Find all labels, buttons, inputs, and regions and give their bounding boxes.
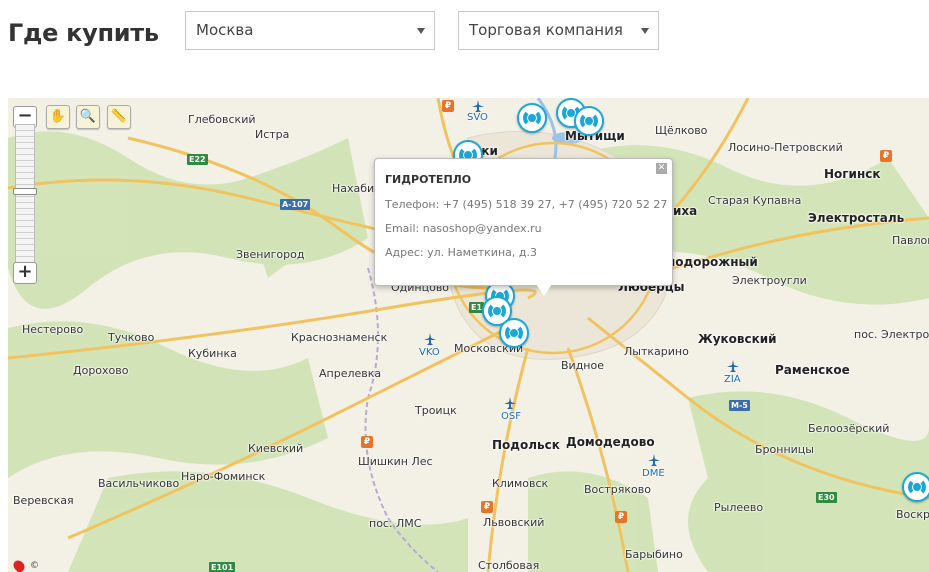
- road-shield: M-5: [729, 400, 750, 411]
- airport-code: OSF: [501, 411, 521, 422]
- city-label: нодорожный: [667, 255, 758, 269]
- city-label: Тучково: [108, 331, 155, 344]
- road-shield: E22: [187, 154, 208, 165]
- city-label: Апрелевка: [319, 367, 382, 380]
- city-label: Киевский: [248, 442, 304, 455]
- city-label: Шишкин Лес: [358, 455, 433, 468]
- railway-station-icon: ₽: [361, 436, 373, 448]
- page-title: Где купить: [8, 19, 159, 47]
- city-label: Краснознаменск: [291, 331, 388, 344]
- city-label: Глебовский: [188, 113, 256, 126]
- city-label: Васильчиково: [98, 477, 180, 490]
- airplane-icon: [424, 333, 436, 345]
- city-label: Видное: [561, 359, 604, 372]
- city-label: Павлов Пос: [892, 234, 929, 247]
- railway-station-icon: ₽: [442, 100, 454, 112]
- city-label: Ногинск: [824, 167, 881, 181]
- city-label: Белоозёрский: [808, 422, 890, 435]
- city-label: Домодедово: [566, 435, 655, 449]
- dealer-name: ГИДРОТЕПЛО: [385, 173, 472, 186]
- road-shield: E101: [209, 562, 236, 572]
- city-select-value: Москва: [196, 21, 254, 39]
- railway-station-icon: ₽: [880, 150, 892, 162]
- map[interactable]: − + ✋ 🔍 📏 Глебовский Истра Нахаби Звениг…: [8, 98, 929, 572]
- airplane-icon: [504, 397, 516, 409]
- magnifier-zoom-icon[interactable]: 🔍: [76, 105, 100, 129]
- city-label: Востряково: [584, 483, 651, 496]
- city-label: Львовский: [483, 516, 545, 529]
- city-label: Электроугли: [732, 274, 807, 287]
- zoom-in-button[interactable]: +: [13, 262, 37, 284]
- city-label: Раменское: [775, 363, 850, 377]
- zoom-slider-track[interactable]: [15, 124, 35, 272]
- airplane-icon: [472, 100, 484, 112]
- city-label: иха: [673, 204, 698, 218]
- dealer-info-balloon: ✕ ГИДРОТЕПЛО Телефон: +7 (495) 518 39 27…: [374, 158, 673, 286]
- city-label: Нестерово: [22, 323, 84, 336]
- city-label: Дорохово: [73, 364, 129, 377]
- company-type-select-value: Торговая компания: [469, 21, 623, 39]
- city-label: пос. Электроизолятор: [854, 328, 929, 341]
- city-label: Рылеево: [714, 501, 764, 514]
- dealer-phone: Телефон: +7 (495) 518 39 27, +7 (495) 72…: [385, 198, 668, 211]
- city-label: Столбовая: [478, 559, 540, 572]
- city-label: Барыбино: [625, 548, 683, 561]
- railway-station-icon: ₽: [481, 501, 493, 513]
- chevron-down-icon: [641, 28, 649, 34]
- city-label: Старая Купавна: [708, 194, 802, 207]
- close-icon[interactable]: ✕: [656, 163, 667, 174]
- airport-code: ZIA: [724, 374, 741, 385]
- airport-code: VKO: [419, 347, 440, 358]
- city-label: Веревская: [13, 494, 74, 507]
- dealer-marker[interactable]: [517, 103, 547, 133]
- city-label: Лосино-Петровский: [728, 141, 843, 154]
- airport-code: SVO: [467, 112, 488, 123]
- city-label: Кубинка: [188, 347, 237, 360]
- airplane-icon: [648, 454, 660, 466]
- dealer-marker[interactable]: [902, 472, 929, 502]
- city-label: Троицк: [415, 404, 457, 417]
- hand-drag-icon[interactable]: ✋: [46, 105, 70, 129]
- city-label: Истра: [255, 128, 290, 141]
- city-label: Подольск: [492, 438, 560, 452]
- city-label: Щёлково: [655, 124, 708, 137]
- railway-station-icon: ₽: [615, 511, 627, 523]
- dealer-email: Email: nasoshop@yandex.ru: [385, 222, 542, 235]
- city-label: пос. ЛМС: [369, 517, 422, 530]
- dealer-address: Адрес: ул. Наметкина, д.3: [385, 246, 537, 259]
- airplane-icon: [727, 360, 739, 372]
- city-label: Климовск: [492, 477, 549, 490]
- chevron-down-icon: [417, 28, 425, 34]
- balloon-tail: [536, 284, 552, 296]
- city-label: Звенигород: [236, 248, 305, 261]
- zoom-slider-thumb[interactable]: [13, 188, 37, 195]
- city-label: Электросталь: [808, 211, 905, 225]
- city-label: Нахаби: [332, 182, 375, 195]
- company-type-select[interactable]: Торговая компания: [458, 11, 659, 50]
- city-label: Воскр: [896, 508, 929, 521]
- map-copyright: ©: [30, 561, 39, 571]
- dealer-marker[interactable]: [574, 106, 604, 136]
- airport-code: DME: [642, 468, 665, 479]
- road-shield: E30: [816, 492, 837, 503]
- dealer-marker[interactable]: [499, 318, 529, 348]
- ruler-icon[interactable]: 📏: [107, 105, 131, 129]
- city-label: Наро-Фоминск: [181, 470, 266, 483]
- city-label: Бронницы: [755, 443, 814, 456]
- city-label: Лыткарино: [624, 345, 689, 358]
- city-select[interactable]: Москва: [185, 11, 435, 50]
- city-label: Жуковский: [698, 332, 777, 346]
- road-shield: A-107: [280, 199, 311, 210]
